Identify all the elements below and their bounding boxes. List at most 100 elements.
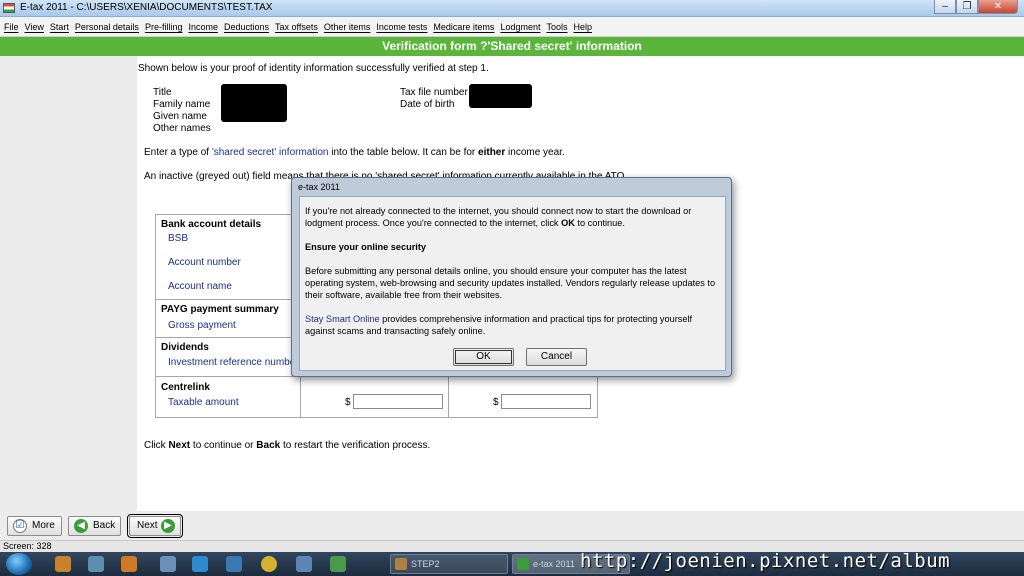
skype-icon[interactable] — [192, 556, 208, 572]
dialog-body: If you're not already connected to the i… — [299, 196, 726, 371]
redacted-name-block — [221, 84, 287, 122]
table-row-centrelink: Centrelink Taxable amount $ $ — [156, 377, 597, 417]
intro-text: Shown below is your proof of identity in… — [138, 63, 489, 74]
next-button[interactable]: Next ▶ — [127, 514, 183, 538]
shared-secret-link[interactable]: 'shared secret' information — [212, 147, 329, 158]
app-icon[interactable] — [296, 556, 312, 572]
dialog-text: If you're not already connected to the i… — [305, 206, 692, 228]
footer-text: to continue or — [190, 440, 257, 451]
menu-income-tests[interactable]: Income tests — [376, 17, 427, 37]
menu-tax-offsets[interactable]: Tax offsets — [275, 17, 318, 37]
menu-list: File View Start Personal details Pre-fil… — [0, 17, 1024, 37]
page-title: Verification form ?'Shared secret' infor… — [0, 37, 1024, 56]
instruction-text: Enter a type of — [144, 147, 212, 158]
taskbar-item-step2[interactable]: STEP2 — [390, 554, 508, 574]
dialog-paragraph-security: Before submitting any personal details o… — [305, 266, 716, 300]
taxable-amount-year2-input[interactable] — [501, 394, 591, 409]
back-button[interactable]: ◀ Back — [68, 516, 121, 536]
chrome-icon[interactable] — [261, 556, 277, 572]
cancel-button[interactable]: Cancel — [526, 348, 587, 366]
label-date-of-birth: Date of birth — [400, 99, 455, 110]
menu-view[interactable]: View — [25, 17, 44, 37]
menu-other-items[interactable]: Other items — [324, 17, 371, 37]
section-heading-dividends: Dividends — [161, 342, 209, 353]
stay-smart-online-link[interactable]: Stay Smart Online — [305, 314, 380, 324]
dialog-text: to continue. — [574, 218, 625, 228]
connection-dialog: e-tax 2011 If you're not already connect… — [291, 177, 732, 377]
menu-tools[interactable]: Tools — [546, 17, 567, 37]
instruction-line-1: Enter a type of 'shared secret' informat… — [144, 147, 565, 158]
next-label: Next — [137, 520, 158, 531]
back-label: Back — [93, 520, 116, 531]
window-title: E-tax 2011 - C:\USERS\XENIA\DOCUMENTS\TE… — [20, 2, 273, 13]
menu-bar: File View Start Personal details Pre-fil… — [0, 17, 1024, 37]
footer-text: Click — [144, 440, 169, 451]
app-icon — [3, 3, 15, 13]
left-margin — [0, 56, 137, 511]
dialog-bold-ok: OK — [561, 218, 575, 228]
etax-icon — [517, 558, 529, 570]
more-icon: ☑ — [13, 519, 27, 533]
taskbar-item-label: e-tax 2011 — [533, 559, 575, 569]
arrow-left-icon: ◀ — [74, 519, 88, 533]
menu-lodgment[interactable]: Lodgment — [500, 17, 540, 37]
field-investment-reference-number: Investment reference number — [168, 357, 299, 368]
app-icon[interactable] — [226, 556, 242, 572]
taxable-amount-year1-input[interactable] — [353, 394, 443, 409]
menu-file[interactable]: File — [4, 17, 19, 37]
dialog-title: e-tax 2011 — [298, 182, 340, 192]
section-heading-centrelink: Centrelink — [161, 382, 210, 393]
footer-text: to restart the verification process. — [280, 440, 431, 451]
menu-start[interactable]: Start — [50, 17, 69, 37]
label-family-name: Family name — [153, 99, 211, 110]
more-label: More — [32, 520, 55, 531]
app-icon[interactable] — [160, 556, 176, 572]
window-controls: – ❐ ✕ — [934, 0, 1018, 14]
label-tax-file-number: Tax file number — [400, 87, 468, 98]
taskbar-item-label: STEP2 — [411, 559, 440, 569]
maximize-button[interactable]: ❐ — [956, 0, 978, 14]
field-taxable-amount: Taxable amount — [168, 397, 239, 408]
currency-symbol: $ — [345, 397, 351, 408]
field-account-number: Account number — [168, 257, 241, 268]
field-bsb: BSB — [168, 233, 189, 244]
menu-help[interactable]: Help — [573, 17, 592, 37]
start-button[interactable] — [6, 553, 32, 575]
instruction-text: income year. — [505, 147, 565, 158]
instruction-bold: either — [478, 147, 506, 158]
watermark-text: http://joenien.pixnet.net/album — [580, 550, 951, 572]
window-title-bar[interactable]: E-tax 2011 - C:\USERS\XENIA\DOCUMENTS\TE… — [0, 0, 1024, 17]
footer-bold-back: Back — [256, 440, 281, 451]
instruction-text: into the table below. It can be for — [328, 147, 479, 158]
footer-bold-next: Next — [168, 440, 191, 451]
navigation-bar: ☑ More ◀ Back Next ▶ — [0, 511, 1024, 540]
image-viewer-icon[interactable] — [88, 556, 104, 572]
field-gross-payment: Gross payment — [168, 320, 236, 331]
footer-instruction: Click Next to continue or Back to restar… — [144, 440, 430, 451]
arrow-right-icon: ▶ — [161, 519, 175, 533]
label-other-names: Other names — [153, 123, 211, 134]
section-heading-bank: Bank account details — [161, 219, 262, 230]
dialog-paragraph-stay-smart: Stay Smart Online provides comprehensive… — [305, 313, 720, 337]
ok-button[interactable]: OK — [453, 348, 514, 366]
folder-icon[interactable] — [55, 556, 71, 572]
field-account-name: Account name — [168, 281, 232, 292]
dialog-paragraph-connect: If you're not already connected to the i… — [305, 205, 720, 229]
close-button[interactable]: ✕ — [978, 0, 1018, 14]
label-given-name: Given name — [153, 111, 207, 122]
menu-deductions[interactable]: Deductions — [224, 17, 269, 37]
folder-icon — [395, 558, 407, 570]
menu-income[interactable]: Income — [188, 17, 218, 37]
app-icon[interactable] — [330, 556, 346, 572]
menu-personal-details[interactable]: Personal details — [75, 17, 139, 37]
label-title: Title — [153, 87, 172, 98]
more-button[interactable]: ☑ More — [7, 516, 62, 536]
minimize-button[interactable]: – — [934, 0, 956, 14]
media-player-icon[interactable] — [121, 556, 137, 572]
menu-pre-filling[interactable]: Pre-filling — [145, 17, 183, 37]
menu-medicare-items[interactable]: Medicare items — [433, 17, 494, 37]
currency-symbol: $ — [493, 397, 499, 408]
section-heading-payg: PAYG payment summary — [161, 304, 279, 315]
dialog-heading: Ensure your online security — [305, 242, 427, 252]
redacted-tfn-block — [469, 84, 532, 108]
